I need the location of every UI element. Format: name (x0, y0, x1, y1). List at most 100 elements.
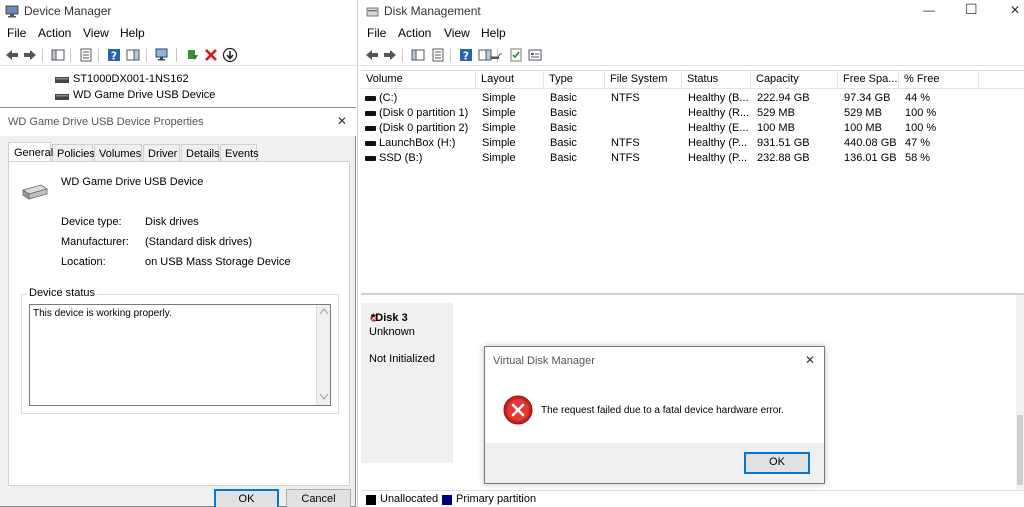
back-arrow-icon[interactable] (4, 47, 20, 63)
minimize-icon[interactable]: — (923, 3, 935, 17)
close-icon[interactable]: ✕ (337, 114, 347, 128)
properties-icon[interactable] (78, 47, 94, 63)
toolbar-separator (402, 48, 403, 62)
cell-layout: Simple (482, 107, 516, 119)
cell-capacity: 529 MB (757, 107, 795, 119)
col-status[interactable]: Status (682, 71, 751, 88)
error-dialog: Virtual Disk Manager ✕ The request faile… (484, 346, 825, 484)
error-dialog-title: Virtual Disk Manager (493, 355, 595, 367)
table-row[interactable]: (Disk 0 partition 2) Simple Basic Healthy (… (361, 121, 981, 136)
volume-list-header: Volume Layout Type File System Status Ca… (361, 71, 1024, 89)
show-hide-console-tree-icon[interactable] (50, 47, 66, 63)
disk-management-titlebar[interactable]: Disk Management — ☐ ✕ (360, 0, 1024, 22)
disk-graph-scrollbar[interactable] (1016, 295, 1024, 490)
menu-help[interactable]: Help (120, 26, 145, 40)
properties-dialog: WD Game Drive USB Device Properties ✕ Ge… (0, 107, 356, 507)
help-icon[interactable]: ? (106, 47, 122, 63)
col-capacity[interactable]: Capacity (751, 71, 838, 88)
help-icon[interactable]: ? (458, 47, 474, 63)
maximize-icon[interactable]: ☐ (965, 1, 978, 18)
device-manager-titlebar[interactable]: Device Manager (0, 0, 357, 22)
tab-label: Policies (57, 148, 95, 160)
toolbar-separator (176, 48, 177, 62)
error-icon (503, 395, 533, 425)
toolbar-separator (42, 48, 43, 62)
back-arrow-icon[interactable] (364, 47, 380, 63)
col-free-space[interactable]: Free Spa... (838, 71, 899, 88)
scan-hardware-icon[interactable] (154, 47, 170, 63)
cell-free-space: 529 MB (844, 107, 882, 119)
disable-device-icon[interactable] (222, 47, 238, 63)
tab-volumes[interactable]: Volumes (94, 144, 142, 161)
menu-file[interactable]: File (7, 26, 26, 40)
menu-action[interactable]: Action (38, 26, 71, 40)
menu-file[interactable]: File (367, 26, 386, 40)
tree-item-wd-game-drive[interactable]: WD Game Drive USB Device (73, 89, 215, 101)
cell-status: Healthy (R... (688, 107, 750, 119)
menu-action[interactable]: Action (398, 26, 431, 40)
settings-dialog-icon[interactable] (527, 47, 543, 63)
legend-bar: Unallocated Primary partition (361, 490, 1024, 507)
toolbar-separator (70, 48, 71, 62)
cell-type: Basic (550, 137, 577, 149)
disk-management-app-icon (366, 7, 379, 17)
properties-ok-button[interactable]: OK (214, 489, 279, 507)
col-type[interactable]: Type (544, 71, 605, 88)
cell-free-space: 97.34 GB (844, 92, 891, 104)
table-row[interactable]: LaunchBox (H:) Simple Basic NTFS Healthy (P.… (361, 136, 981, 151)
scroll-down-icon[interactable] (320, 394, 328, 400)
tab-general[interactable]: General (8, 142, 53, 161)
cell-capacity: 931.51 GB (757, 137, 810, 149)
tab-label: Details (186, 148, 220, 160)
scroll-thumb[interactable] (1017, 415, 1023, 485)
scroll-up-icon[interactable] (320, 308, 328, 314)
disk-3-state: Not Initialized (369, 353, 436, 365)
col-layout[interactable]: Layout (476, 71, 544, 88)
action-pane-icon[interactable] (125, 47, 141, 63)
menu-view[interactable]: View (444, 26, 470, 40)
location-label: Location: (61, 256, 106, 268)
toolbar-separator (98, 48, 99, 62)
table-row[interactable]: (Disk 0 partition 1) Simple Basic Healthy (… (361, 106, 981, 121)
checklist-icon[interactable] (508, 47, 524, 63)
col-percent-free[interactable]: % Free (899, 71, 979, 88)
disk-3-type: Unknown (369, 326, 415, 338)
error-ok-button[interactable]: OK (744, 452, 810, 474)
disk-tool-icon[interactable] (488, 47, 504, 63)
tab-events[interactable]: Events (220, 144, 259, 161)
device-status-textbox[interactable]: This device is working properly. (29, 304, 331, 406)
properties-titlebar[interactable]: WD Game Drive USB Device Properties ✕ (0, 108, 356, 136)
forward-arrow-icon[interactable] (382, 47, 398, 63)
cell-type: Basic (550, 92, 577, 104)
status-scrollbar[interactable] (316, 305, 330, 405)
tab-driver[interactable]: Driver (143, 144, 180, 161)
update-driver-icon[interactable] (184, 47, 200, 63)
col-volume[interactable]: Volume (361, 71, 476, 88)
menu-view[interactable]: View (83, 26, 109, 40)
tree-item-st1000dx001[interactable]: ST1000DX001-1NS162 (73, 73, 189, 85)
manufacturer-label: Manufacturer: (61, 236, 129, 248)
cell-status: Healthy (B... (688, 92, 749, 104)
cell-file-system: NTFS (611, 137, 640, 149)
tab-details[interactable]: Details (181, 144, 220, 161)
tab-policies[interactable]: Policies (52, 144, 95, 161)
device-status-text: This device is working properly. (33, 308, 172, 319)
properties-cancel-button[interactable]: Cancel (286, 489, 351, 507)
col-file-system[interactable]: File System (605, 71, 682, 88)
general-tab-panel: WD Game Drive USB Device Device type: Di… (8, 161, 350, 486)
table-row[interactable]: SSD (B:) Simple Basic NTFS Healthy (P... 232.… (361, 151, 981, 166)
properties-icon[interactable] (430, 47, 446, 63)
menu-help[interactable]: Help (481, 26, 506, 40)
forward-arrow-icon[interactable] (22, 47, 38, 63)
close-icon[interactable]: ✕ (1010, 3, 1020, 17)
table-row[interactable]: (C:) Simple Basic NTFS Healthy (B... 222.94 G… (361, 91, 981, 106)
tab-label: Driver (148, 148, 178, 160)
show-hide-console-tree-icon[interactable] (410, 47, 426, 63)
error-dialog-titlebar[interactable]: Virtual Disk Manager ✕ (485, 347, 824, 375)
cell-type: Basic (550, 107, 577, 119)
close-icon[interactable]: ✕ (805, 353, 815, 367)
legend-unallocated-label: Unallocated (380, 493, 439, 505)
device-manager-menubar: File Action View Help (0, 24, 357, 42)
disk-3-label-panel[interactable]: *Disk 3 Unknown Not Initialized (361, 303, 453, 463)
uninstall-device-icon[interactable] (203, 47, 219, 63)
